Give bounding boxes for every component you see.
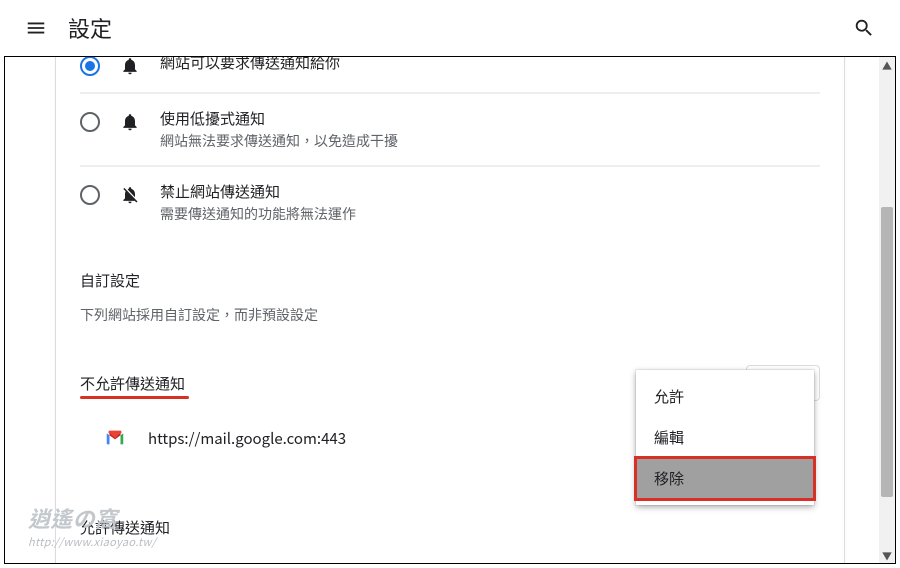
block-list-label: 不允許傳送通知 xyxy=(80,373,185,394)
search-icon[interactable] xyxy=(844,8,884,48)
custom-section-sub: 下列網站採用自訂設定，而非預設設定 xyxy=(80,305,820,325)
radio-title: 使用低擾式通知 xyxy=(160,108,398,129)
page-title: 設定 xyxy=(68,12,112,44)
radio-desc: 需要傳送通知的功能將無法運作 xyxy=(160,204,356,224)
app-bar: 設定 xyxy=(0,0,900,56)
gmail-icon xyxy=(104,427,126,449)
bell-off-icon xyxy=(118,183,142,207)
menu-item-allow[interactable]: 允許 xyxy=(636,376,814,417)
menu-item-edit[interactable]: 編輯 xyxy=(636,417,814,458)
menu-item-remove[interactable]: 移除 xyxy=(636,458,814,499)
hamburger-menu-icon[interactable] xyxy=(16,8,56,48)
radio-title: 網站可以要求傳送通知給你 xyxy=(160,56,340,73)
scrollbar-track[interactable]: ▲ ▼ xyxy=(879,57,895,563)
radio-option-block[interactable]: 禁止網站傳送通知 需要傳送通知的功能將無法運作 xyxy=(80,166,820,238)
radio-button[interactable] xyxy=(80,185,100,205)
radio-desc: 網站無法要求傳送通知，以免造成干擾 xyxy=(160,131,398,151)
site-context-menu: 允許 編輯 移除 xyxy=(636,370,814,505)
site-url: https://mail.google.com:443 xyxy=(148,428,346,449)
radio-option-allow[interactable]: 網站可以要求傳送通知給你 xyxy=(80,56,820,93)
custom-section-title: 自訂設定 xyxy=(80,270,820,291)
radio-button[interactable] xyxy=(80,56,100,76)
bell-icon xyxy=(118,56,142,78)
radio-title: 禁止網站傳送通知 xyxy=(160,181,356,202)
allow-list-label: 允許傳送通知 xyxy=(80,517,820,538)
radio-button[interactable] xyxy=(80,112,100,132)
scroll-up-arrow[interactable]: ▲ xyxy=(879,57,895,73)
scrollbar-thumb[interactable] xyxy=(881,207,893,497)
bell-icon xyxy=(118,110,142,134)
radio-option-quiet[interactable]: 使用低擾式通知 網站無法要求傳送通知，以免造成干擾 xyxy=(80,93,820,166)
radio-text: 使用低擾式通知 網站無法要求傳送通知，以免造成干擾 xyxy=(160,108,398,151)
radio-text: 網站可以要求傳送通知給你 xyxy=(160,56,340,73)
radio-text: 禁止網站傳送通知 需要傳送通知的功能將無法運作 xyxy=(160,181,356,224)
scroll-down-arrow[interactable]: ▼ xyxy=(879,547,895,563)
